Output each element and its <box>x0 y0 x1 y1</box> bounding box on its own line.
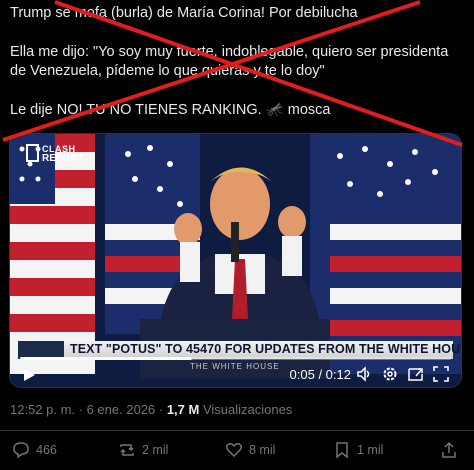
flag-left <box>10 134 95 374</box>
post-metadata: 12:52 p. m. · 6 ene. 2026 · 1,7 M Visual… <box>10 402 292 417</box>
chyron-text: TEXT "POTUS" TO 45470 FOR UPDATES FROM T… <box>70 342 462 356</box>
progress-bar[interactable] <box>20 357 451 360</box>
like-button[interactable]: 8 mil <box>225 441 275 459</box>
share-button[interactable] <box>440 441 458 459</box>
share-icon <box>442 441 456 458</box>
repost-button[interactable]: 2 mil <box>118 441 168 459</box>
bookmark-count: 1 mil <box>357 443 384 457</box>
repost-count: 2 mil <box>142 443 169 457</box>
video-time: 0:05 / 0:12 <box>289 367 351 382</box>
video-controls: 0:05 / 0:12 <box>10 355 461 387</box>
video-player[interactable]: CLASH REPORT TEXT "POTUS" TO 45470 FOR U… <box>9 133 462 388</box>
picture-in-picture-icon[interactable] <box>408 366 424 382</box>
reply-count: 466 <box>36 443 57 457</box>
reply-icon <box>13 442 29 459</box>
action-bar: 466 2 mil 8 mil 1 mil <box>0 441 474 463</box>
post-timestamp[interactable]: 12:52 p. m. · 6 ene. 2026 · <box>10 402 167 417</box>
post-line-1: Trump se mofa (burla) de María Corina! P… <box>10 5 358 21</box>
play-icon[interactable] <box>22 368 36 382</box>
post-line-3: Le dije NO! TU NO TIENES RANKING. 🦟 mosc… <box>10 101 331 118</box>
like-count: 8 mil <box>249 443 276 457</box>
post-line-2: Ella me dijo: "Yo soy muy fuerte, indobl… <box>10 43 449 80</box>
views-label: Visualizaciones <box>199 402 293 417</box>
repost-icon <box>120 444 134 456</box>
volume-icon[interactable] <box>357 366 373 382</box>
flag-right <box>310 134 461 374</box>
bookmark-button[interactable]: 1 mil <box>333 441 383 459</box>
settings-gear-icon[interactable] <box>382 366 398 382</box>
heart-icon <box>225 443 243 458</box>
views-count: 1,7 M <box>166 402 200 417</box>
bookmark-icon <box>336 442 348 459</box>
fullscreen-icon[interactable] <box>433 366 449 382</box>
reply-button[interactable]: 466 <box>12 441 57 459</box>
divider <box>0 430 474 431</box>
clash-report-logo: CLASH REPORT <box>26 144 84 164</box>
post-text: Trump se mofa (burla) de María Corina! P… <box>10 4 466 120</box>
